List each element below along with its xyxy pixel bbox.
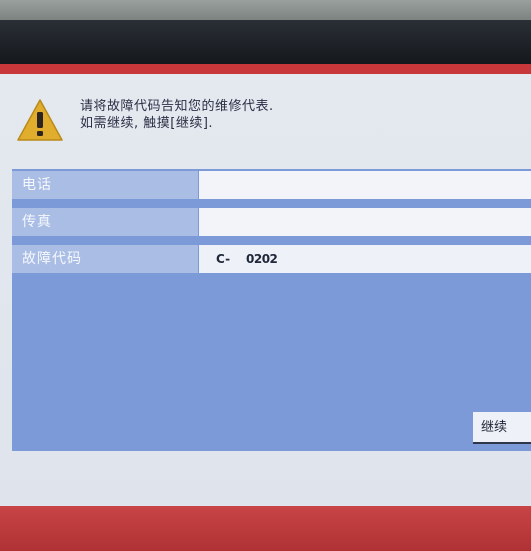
fax-value — [199, 208, 531, 236]
error-code-prefix: C- — [216, 252, 231, 266]
phone-row: 电话 — [12, 171, 531, 199]
error-code-label: 故障代码 — [12, 245, 198, 273]
error-message: 请将故障代码告知您的维修代表. 如需继续, 触摸[继续]. — [80, 98, 274, 132]
device-bezel-dark — [0, 20, 531, 64]
phone-label: 电话 — [12, 171, 198, 199]
screen-bottom-frame — [0, 506, 531, 551]
error-code-value: C- 0202 — [199, 245, 531, 273]
fax-row: 传真 — [12, 208, 531, 236]
message-line-1: 请将故障代码告知您的维修代表. — [80, 99, 274, 114]
fax-label: 传真 — [12, 208, 198, 236]
error-dialog: 请将故障代码告知您的维修代表. 如需继续, 触摸[继续]. 电话 传真 故障代码… — [0, 74, 531, 506]
error-code-number: 0202 — [246, 252, 278, 266]
continue-button[interactable]: 继续 — [473, 412, 531, 444]
warning-icon — [16, 98, 64, 142]
screen: 请将故障代码告知您的维修代表. 如需继续, 触摸[继续]. 电话 传真 故障代码… — [0, 64, 531, 551]
phone-value — [199, 171, 531, 199]
device-bezel-top — [0, 0, 531, 20]
error-code-row: 故障代码 C- 0202 — [12, 245, 531, 273]
message-line-2: 如需继续, 触摸[继续]. — [80, 116, 214, 131]
